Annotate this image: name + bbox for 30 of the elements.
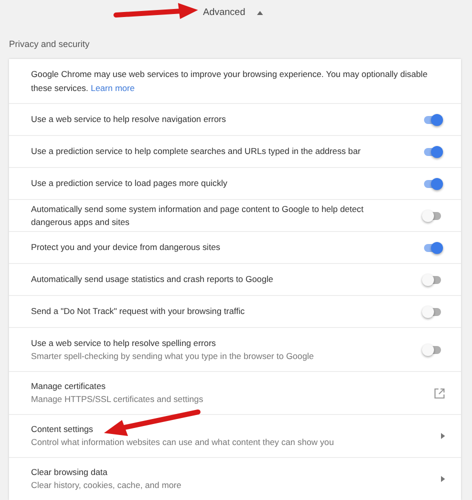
setting-label: Use a web service to help resolve spelling errors (31, 336, 217, 350)
toggle-switch[interactable] (424, 116, 441, 124)
advanced-button[interactable]: Advanced (203, 7, 246, 18)
setting-label: Automatically send usage statistics and crash reports to Google (31, 273, 274, 286)
toggle-switch[interactable] (424, 276, 441, 284)
setting-description: Clear history, cookies, cache, and more (31, 479, 182, 492)
chevron-right-icon[interactable] (441, 476, 445, 482)
setting-label: Manage certificates (31, 380, 107, 393)
toggle-switch[interactable] (424, 308, 441, 316)
toggle-switch[interactable] (424, 346, 441, 354)
learn-more-link[interactable]: Learn more (90, 83, 135, 93)
setting-label: Use a prediction service to load pages more quickly (31, 177, 228, 190)
setting-label: Send a "Do Not Track" request with your browsing traffic (31, 305, 246, 318)
external-link-icon[interactable] (434, 388, 445, 398)
chevron-right-icon[interactable] (441, 433, 445, 439)
section-title: Privacy and security (8, 38, 91, 51)
toggle-switch[interactable] (424, 148, 441, 156)
setting-label: Use a prediction service to help complete searches and URLs typed in the address bar (31, 145, 362, 158)
setting-description: Control what information websites can use and what content they can show you (31, 436, 335, 449)
toggle-switch[interactable] (424, 244, 441, 252)
setting-label: Clear browsing data (31, 466, 108, 479)
setting-label: Automatically send some system information and page content to Google to help detect dangerous apps and sites (31, 202, 364, 228)
setting-label: Content settings (31, 423, 94, 436)
toggle-switch[interactable] (424, 212, 441, 220)
setting-label: Use a web service to help resolve navigation errors (31, 113, 227, 126)
setting-description: Smarter spell-checking by sending what you type in the browser to Google (31, 350, 315, 362)
setting-description: Manage HTTPS/SSL certificates and settings (31, 393, 204, 406)
setting-label: Protect you and your device from dangerous sites (31, 241, 222, 254)
toggle-switch[interactable] (424, 180, 441, 188)
intro-text: Google Chrome may use web services to improve your browsing experience. You may optionally disable these services. Learn more (31, 68, 428, 95)
